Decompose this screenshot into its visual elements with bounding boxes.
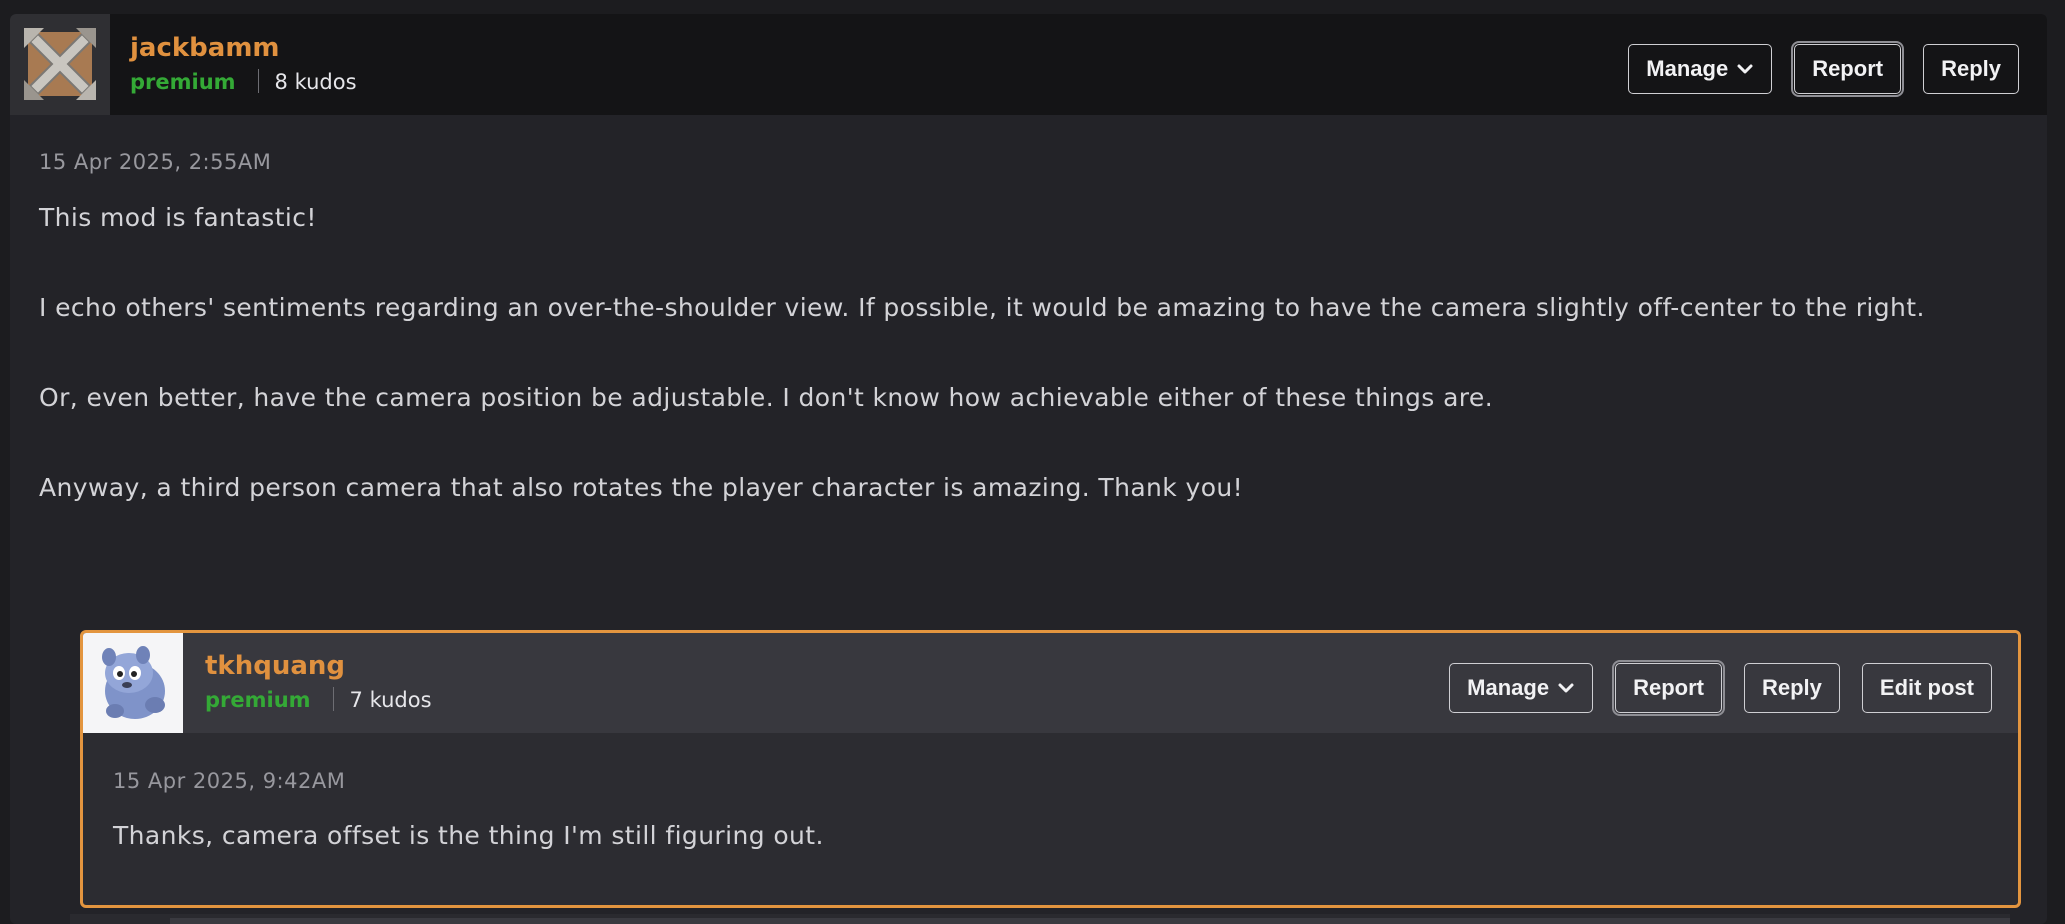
reply-header: tkhquang premium 7 kudos Manage Report Re… bbox=[83, 633, 2018, 733]
comment-header: jackbamm premium 8 kudos Manage Report Re… bbox=[10, 14, 2047, 115]
premium-badge: premium bbox=[205, 688, 311, 712]
post-timestamp: 15 Apr 2025, 9:42AM bbox=[113, 769, 346, 793]
post-timestamp: 15 Apr 2025, 2:55AM bbox=[39, 150, 272, 174]
next-reply-edge bbox=[70, 914, 2010, 924]
user-block: jackbamm premium 8 kudos bbox=[130, 33, 357, 95]
premium-badge: premium bbox=[130, 70, 236, 94]
crossed-arrows-logo-icon bbox=[24, 28, 96, 100]
user-meta: premium 8 kudos bbox=[130, 69, 357, 95]
reply-card: tkhquang premium 7 kudos Manage Report Re… bbox=[80, 630, 2021, 908]
next-reply-edge-inner bbox=[170, 918, 2010, 924]
comment-paragraph: I echo others' sentiments regarding an o… bbox=[39, 293, 1925, 322]
manage-button-label: Manage bbox=[1467, 675, 1550, 700]
avatar[interactable] bbox=[10, 14, 110, 115]
reply-button[interactable]: Reply bbox=[1743, 663, 1840, 713]
user-block: tkhquang premium 7 kudos bbox=[205, 651, 432, 713]
comment-actions: Manage Report Reply bbox=[1628, 41, 2019, 97]
edit-post-button[interactable]: Edit post bbox=[1861, 663, 1992, 713]
reply-body: Thanks, camera offset is the thing I'm s… bbox=[113, 813, 1973, 903]
user-meta: premium 7 kudos bbox=[205, 687, 432, 713]
comment-paragraph: This mod is fantastic! bbox=[39, 203, 317, 232]
manage-button[interactable]: Manage bbox=[1449, 663, 1594, 713]
comment-paragraph: Anyway, a third person camera that also … bbox=[39, 473, 1244, 502]
meta-divider bbox=[257, 69, 259, 93]
blue-creature-avatar-icon bbox=[102, 646, 165, 719]
report-button[interactable]: Report bbox=[1791, 41, 1905, 97]
reply-actions: Manage Report Reply Edit post bbox=[1449, 660, 1992, 716]
kudos-count: 8 kudos bbox=[274, 70, 357, 94]
meta-divider bbox=[332, 687, 334, 711]
reply-paragraph: Thanks, camera offset is the thing I'm s… bbox=[113, 821, 824, 850]
kudos-count: 7 kudos bbox=[349, 688, 432, 712]
comment-body: This mod is fantastic! I echo others' se… bbox=[39, 195, 2019, 555]
username[interactable]: jackbamm bbox=[130, 33, 357, 63]
chevron-down-icon bbox=[1558, 683, 1574, 693]
username[interactable]: tkhquang bbox=[205, 651, 432, 681]
reply-button[interactable]: Reply bbox=[1923, 44, 2019, 94]
manage-button-label: Manage bbox=[1646, 56, 1729, 81]
report-button[interactable]: Report bbox=[1612, 660, 1725, 716]
comment-card: jackbamm premium 8 kudos Manage Report Re… bbox=[10, 14, 2047, 924]
avatar[interactable] bbox=[83, 633, 183, 733]
comment-paragraph: Or, even better, have the camera positio… bbox=[39, 383, 1494, 412]
chevron-down-icon bbox=[1737, 64, 1753, 74]
manage-button[interactable]: Manage bbox=[1628, 44, 1773, 94]
